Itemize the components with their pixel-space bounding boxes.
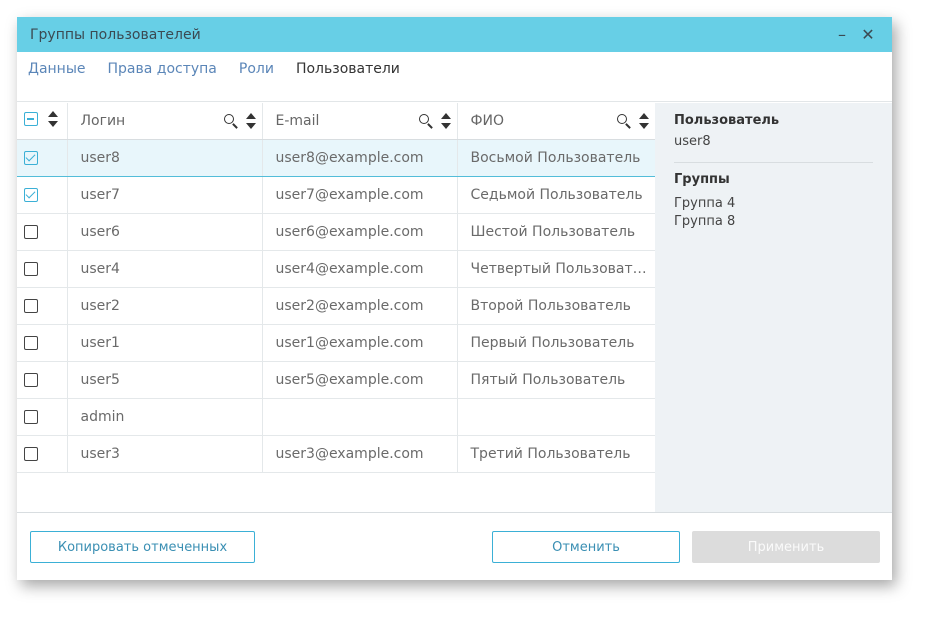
row-checkbox-cell <box>17 139 67 177</box>
cell-login: user4 <box>66 250 262 288</box>
row-checkbox-cell <box>17 287 67 325</box>
table-row[interactable]: admin <box>17 398 655 436</box>
column-header-login[interactable]: Логин <box>66 103 262 140</box>
row-checkbox-cell <box>17 250 67 288</box>
groups-label: Группы <box>674 172 730 187</box>
minimize-icon[interactable]: – <box>830 17 854 52</box>
cell-login: user6 <box>66 213 262 251</box>
table-row[interactable]: user4 user4@example.com Четвертый Пользова… <box>17 250 655 288</box>
row-checkbox[interactable] <box>24 446 38 461</box>
close-icon[interactable]: ✕ <box>856 17 880 52</box>
cell-login: user8 <box>66 139 262 177</box>
row-checkbox[interactable] <box>24 224 38 239</box>
group-item: Группа 8 <box>674 214 736 229</box>
row-checkbox-cell <box>17 176 67 214</box>
cell-fio: Седьмой Пользователь <box>456 176 655 214</box>
cell-email: user7@example.com <box>261 176 457 214</box>
row-checkbox[interactable] <box>24 261 38 276</box>
cell-fio: Третий Пользователь <box>456 435 655 473</box>
table-row[interactable]: user6 user6@example.com Шестой Пользовател… <box>17 213 655 251</box>
row-checkbox[interactable] <box>24 298 38 313</box>
cell-login: admin <box>66 398 262 436</box>
search-icon[interactable] <box>617 114 631 128</box>
tab-access-rights[interactable]: Права доступа <box>108 61 217 77</box>
cell-fio: Пятый Пользователь <box>456 361 655 399</box>
cell-email: user5@example.com <box>261 361 457 399</box>
row-checkbox[interactable] <box>24 409 38 424</box>
user-value: user8 <box>674 134 711 149</box>
sort-icon[interactable] <box>48 111 58 128</box>
cell-fio: Шестой Пользователь <box>456 213 655 251</box>
row-checkbox-cell <box>17 361 67 399</box>
cell-email: user8@example.com <box>261 139 457 177</box>
cell-login: user5 <box>66 361 262 399</box>
cell-email: user6@example.com <box>261 213 457 251</box>
window-title: Группы пользователей <box>30 26 201 43</box>
copy-checked-button[interactable]: Копировать отмеченных <box>30 531 255 563</box>
column-label-login: Логин <box>80 112 126 129</box>
user-label: Пользователь <box>674 113 780 128</box>
column-label-email: E-mail <box>275 112 320 129</box>
sort-icon[interactable] <box>440 113 451 129</box>
dialog-footer: Копировать отмеченных Отменить Применить <box>17 512 892 580</box>
cell-fio: Восьмой Пользователь <box>456 139 655 177</box>
cell-email <box>261 398 457 436</box>
title-bar[interactable]: Группы пользователей – ✕ <box>17 17 892 52</box>
cell-email: user1@example.com <box>261 324 457 362</box>
row-checkbox[interactable] <box>24 150 38 165</box>
table-row[interactable]: user8 user8@example.com Восьмой Пользовате… <box>17 139 655 177</box>
cell-fio: Второй Пользователь <box>456 287 655 325</box>
table-row[interactable]: user5 user5@example.com Пятый Пользователь <box>17 361 655 399</box>
row-checkbox[interactable] <box>24 187 38 202</box>
cell-email: user4@example.com <box>261 250 457 288</box>
table-row[interactable]: user3 user3@example.com Третий Пользовател… <box>17 435 655 473</box>
sort-icon[interactable] <box>639 113 649 129</box>
row-checkbox-cell <box>17 398 67 436</box>
table-header-row: Логин E-mail ФИО <box>17 103 655 140</box>
row-checkbox[interactable] <box>24 335 38 350</box>
cell-email: user2@example.com <box>261 287 457 325</box>
search-icon[interactable] <box>223 114 238 128</box>
row-checkbox-cell <box>17 435 67 473</box>
table-row[interactable]: user2 user2@example.com Второй Пользовател… <box>17 287 655 325</box>
divider <box>674 162 873 163</box>
tab-data[interactable]: Данные <box>28 61 86 77</box>
row-checkbox-cell <box>17 324 67 362</box>
cell-login: user1 <box>66 324 262 362</box>
select-all-checkbox[interactable] <box>24 112 38 127</box>
apply-button[interactable]: Применить <box>692 531 880 563</box>
row-checkbox[interactable] <box>24 372 38 387</box>
content-area: Логин E-mail ФИО user8 user8@example.com… <box>17 103 892 512</box>
header-checkbox-cell <box>17 103 67 140</box>
row-checkbox-cell <box>17 213 67 251</box>
search-icon[interactable] <box>418 114 433 128</box>
dialog-window: Группы пользователей – ✕ Данные Права до… <box>17 17 892 580</box>
tab-bar: Данные Права доступа Роли Пользователи <box>17 52 892 102</box>
cell-fio: Первый Пользователь <box>456 324 655 362</box>
cell-fio: Четвертый Пользователь <box>456 250 655 288</box>
tab-roles[interactable]: Роли <box>239 61 274 77</box>
cell-email: user3@example.com <box>261 435 457 473</box>
details-panel: Пользователь user8 Группы Группа 4 Групп… <box>655 103 892 512</box>
sort-icon[interactable] <box>245 113 256 129</box>
column-label-fio: ФИО <box>470 112 505 129</box>
column-header-fio[interactable]: ФИО <box>456 103 655 140</box>
table-row[interactable]: user7 user7@example.com Седьмой Пользовате… <box>17 176 655 214</box>
table-row[interactable]: user1 user1@example.com Первый Пользовател… <box>17 324 655 362</box>
cell-login: user2 <box>66 287 262 325</box>
cell-fio <box>456 398 655 436</box>
cancel-button[interactable]: Отменить <box>492 531 680 563</box>
users-table: Логин E-mail ФИО user8 user8@example.com… <box>17 103 655 473</box>
column-header-email[interactable]: E-mail <box>261 103 457 140</box>
cell-login: user7 <box>66 176 262 214</box>
tab-users[interactable]: Пользователи <box>296 61 400 77</box>
cell-login: user3 <box>66 435 262 473</box>
group-item: Группа 4 <box>674 196 736 211</box>
users-grid: Логин E-mail ФИО user8 user8@example.com… <box>17 103 655 512</box>
